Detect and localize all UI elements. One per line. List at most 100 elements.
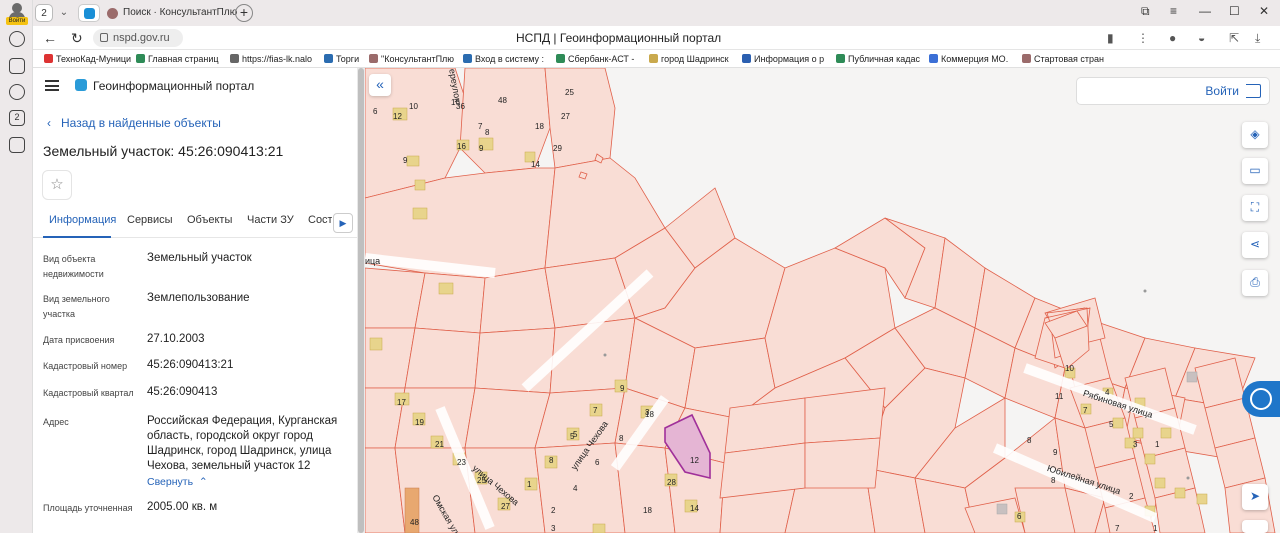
- collections-icon[interactable]: [9, 58, 25, 74]
- prop-value: 45:26:090413:21: [147, 359, 234, 371]
- tab-counter-icon[interactable]: 2: [9, 110, 25, 126]
- locate-icon[interactable]: ➤: [1242, 484, 1268, 510]
- parcel-number: 8: [1027, 436, 1032, 445]
- more-icon[interactable]: ⋮: [1137, 31, 1149, 45]
- bookmark-item[interactable]: город Шадринск: [649, 53, 729, 65]
- tab-info[interactable]: Информация: [49, 214, 116, 226]
- login-bar: Войти: [1076, 77, 1270, 105]
- map-view[interactable]: улица Чехова улица Чехова Омская ули Ряб…: [365, 68, 1280, 533]
- parcel-number: 9: [620, 384, 625, 393]
- bookmark-item[interactable]: Публичная кадас: [836, 53, 920, 65]
- reload-icon[interactable]: ↻: [71, 30, 83, 47]
- bookmark-item[interactable]: Торги: [324, 53, 359, 65]
- minimize-button[interactable]: —: [1199, 4, 1211, 18]
- consultant-favicon-icon: [107, 8, 118, 19]
- hamburger-menu-icon[interactable]: [45, 80, 59, 91]
- parcel-number: 5: [1109, 420, 1114, 429]
- parcel-number: 29: [553, 144, 562, 153]
- tab-objects[interactable]: Объекты: [187, 214, 232, 226]
- back-to-results-link[interactable]: ‹ Назад в найденные объекты: [47, 116, 221, 130]
- collapse-panel-button[interactable]: «: [369, 74, 391, 96]
- bookmark-item[interactable]: "КонсультантПлю: [369, 53, 454, 65]
- parcel-number: 14: [531, 160, 540, 169]
- parcel-number: 16: [451, 98, 460, 107]
- login-button[interactable]: Войти: [1205, 84, 1239, 98]
- bookmark-item[interactable]: Главная страниц: [136, 53, 219, 65]
- panel-scrollbar[interactable]: [357, 68, 365, 533]
- profile-avatar[interactable]: Войти: [6, 3, 28, 25]
- chat-small-icon[interactable]: [1242, 520, 1268, 533]
- url-text: nspd.gov.ru: [113, 32, 170, 44]
- download-icon[interactable]: ⤓: [1255, 31, 1260, 46]
- parcel-number: 27: [501, 502, 510, 511]
- extension-icon[interactable]: ●: [1169, 31, 1176, 45]
- prop-label: Вид объекта недвижимости: [43, 254, 104, 279]
- bookmark-item[interactable]: ТехноКад-Муници: [44, 53, 131, 65]
- layers-icon[interactable]: ◈: [1242, 122, 1268, 148]
- maximize-button[interactable]: ☐: [1229, 4, 1240, 18]
- address-bar: ← ↻ nspd.gov.ru НСПД | Геоинформационный…: [33, 26, 1280, 50]
- assistant-chat-button[interactable]: [1242, 381, 1280, 417]
- parcel-number: 28: [667, 478, 676, 487]
- bookmark-item[interactable]: Стартовая стран: [1022, 53, 1104, 65]
- back-link-label: Назад в найденные объекты: [61, 116, 221, 130]
- parcel-number: 9: [1053, 448, 1058, 457]
- parcel-number: 7: [593, 406, 598, 415]
- prop-value: Земельный участок: [147, 252, 252, 264]
- tab-composition[interactable]: Соста: [308, 214, 332, 226]
- back-arrow-icon[interactable]: ←: [43, 30, 57, 46]
- collapse-address-link[interactable]: Свернуть ⌃: [147, 476, 208, 488]
- chevron-up-icon: ⌃: [198, 476, 208, 488]
- parcel-number: 3: [551, 524, 556, 533]
- tabs-next-button[interactable]: ▶: [333, 213, 353, 233]
- active-tab[interactable]: [78, 4, 100, 22]
- tab-parts[interactable]: Части ЗУ: [247, 214, 294, 226]
- tab-services[interactable]: Сервисы: [127, 214, 173, 226]
- bookmark-item[interactable]: Вход в систему :: [463, 53, 544, 65]
- url-field[interactable]: nspd.gov.ru: [93, 29, 183, 47]
- new-tab-button[interactable]: +: [235, 4, 253, 22]
- parcel-number: 18: [643, 506, 652, 515]
- bookmark-item[interactable]: Сбербанк-АСТ -: [556, 53, 634, 65]
- play-icon[interactable]: [9, 84, 25, 100]
- bookmark-icon[interactable]: ▮: [1107, 31, 1114, 45]
- bookmarks-bar: ТехноКад-Муници Главная страниц https://…: [33, 50, 1280, 68]
- parcel-number: 3: [1133, 440, 1138, 449]
- ruler-icon[interactable]: ▭: [1242, 158, 1268, 184]
- tab-count-badge[interactable]: 2: [35, 4, 53, 22]
- parcel-number: 2: [1129, 492, 1134, 501]
- share-icon[interactable]: ⋖: [1242, 232, 1268, 258]
- bookmark-item[interactable]: Коммерция МО.: [929, 53, 1008, 65]
- parcel-number: 25: [477, 476, 486, 485]
- history-icon[interactable]: [9, 31, 25, 47]
- portal-logo-icon: [75, 79, 87, 91]
- print-icon[interactable]: ⎙: [1242, 270, 1268, 296]
- object-info-panel: Геоинформационный портал ‹ Назад в найде…: [33, 68, 359, 533]
- parcel-number: 8: [1051, 476, 1056, 485]
- share-icon[interactable]: ⇱: [1229, 31, 1239, 45]
- parcel-number: 23: [457, 458, 466, 467]
- cadastral-map[interactable]: [365, 68, 1280, 533]
- prop-label: Вид земельного участка: [43, 294, 110, 319]
- favorite-star-button[interactable]: ☆: [42, 170, 72, 200]
- bookmark-window-icon[interactable]: ⧉: [1141, 4, 1150, 19]
- prop-label: Адрес: [43, 417, 69, 427]
- extension-2-icon[interactable]: ◒: [1198, 31, 1205, 45]
- screenshot-icon[interactable]: [9, 137, 25, 153]
- bookmark-item[interactable]: https://fias-lk.nalo: [230, 53, 312, 65]
- chevron-down-icon[interactable]: ⌄: [56, 4, 72, 22]
- bookmark-item[interactable]: Информация о р: [742, 53, 824, 65]
- parcel-number: 8: [619, 434, 624, 443]
- parcel-number: 12: [690, 456, 699, 465]
- prop-label: Площадь уточненная: [43, 503, 133, 513]
- menu-icon[interactable]: ≡: [1170, 4, 1177, 18]
- parcel-number: 8: [549, 456, 554, 465]
- close-window-button[interactable]: ✕: [1259, 4, 1269, 18]
- prop-value: 45:26:090413: [147, 386, 218, 398]
- select-area-icon[interactable]: ⛶: [1242, 195, 1268, 221]
- parcel-number: 18: [645, 410, 654, 419]
- parcel-number: 48: [498, 96, 507, 105]
- login-icon[interactable]: [1246, 84, 1261, 98]
- prop-value: Российская Федерация, Курганская область…: [147, 415, 338, 472]
- parcel-number: 7: [1115, 524, 1120, 533]
